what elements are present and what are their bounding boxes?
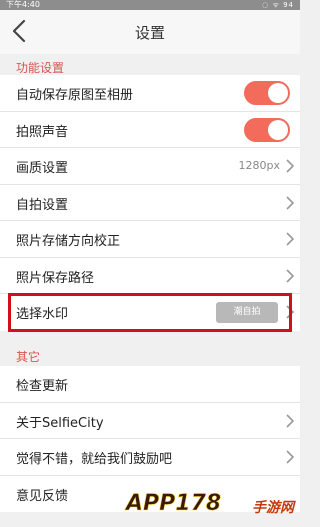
chevron-right-icon <box>286 413 294 428</box>
image-quality-value: 1280px <box>238 159 281 172</box>
chevron-right-icon <box>286 159 294 173</box>
row-selfie-settings[interactable]: 自拍设置 <box>0 185 300 221</box>
row-label: 拍照声音 <box>16 124 69 140</box>
watermark-logo-site: 手游网 <box>252 500 294 516</box>
row-shutter-sound: 拍照声音 <box>0 112 300 148</box>
row-rate-app[interactable]: 觉得不错，就给我们鼓励吧 <box>0 439 300 476</box>
row-save-path[interactable]: 照片保存路径 <box>0 258 300 294</box>
status-indicators: ◌ ᯤ 94 <box>262 1 294 9</box>
row-label: 照片保存路径 <box>16 270 95 286</box>
status-time: 下午4:40 <box>6 0 40 9</box>
row-auto-save: 自动保存原图至相册 <box>0 75 300 112</box>
row-label: 检查更新 <box>16 379 69 394</box>
row-orientation-correction[interactable]: 照片存储方向校正 <box>0 221 300 258</box>
chevron-right-icon <box>286 450 294 464</box>
row-label: 自拍设置 <box>16 197 69 213</box>
chevron-right-icon <box>286 232 294 246</box>
auto-save-toggle[interactable] <box>244 81 290 105</box>
row-about[interactable]: 关于SelfieCity <box>0 403 300 439</box>
top-bar: 设置 <box>0 10 300 54</box>
row-label: 觉得不错，就给我们鼓励吧 <box>16 452 173 467</box>
row-check-update[interactable]: 检查更新 <box>0 366 300 403</box>
site-watermark-logo: APP178 手游网 <box>126 489 294 523</box>
row-label: 画质设置 <box>16 161 69 176</box>
row-label: 照片存储方向校正 <box>16 234 121 249</box>
row-label: 自动保存原图至相册 <box>16 88 134 103</box>
row-image-quality[interactable]: 画质设置 1280px <box>0 148 300 185</box>
status-bar: 下午4:40 ◌ ᯤ 94 <box>0 0 300 10</box>
row-label: 关于SelfieCity <box>16 415 104 431</box>
watermark-highlight-box <box>8 293 292 332</box>
chevron-right-icon <box>286 195 294 210</box>
page-title: 设置 <box>134 24 165 42</box>
section-title-other: 其它 <box>16 350 41 364</box>
row-label: 意见反馈 <box>16 488 69 504</box>
shutter-sound-toggle[interactable] <box>244 117 290 142</box>
section-title-feature: 功能设置 <box>16 61 65 75</box>
watermark-logo-number: APP178 <box>126 491 222 517</box>
chevron-right-icon <box>286 268 294 283</box>
